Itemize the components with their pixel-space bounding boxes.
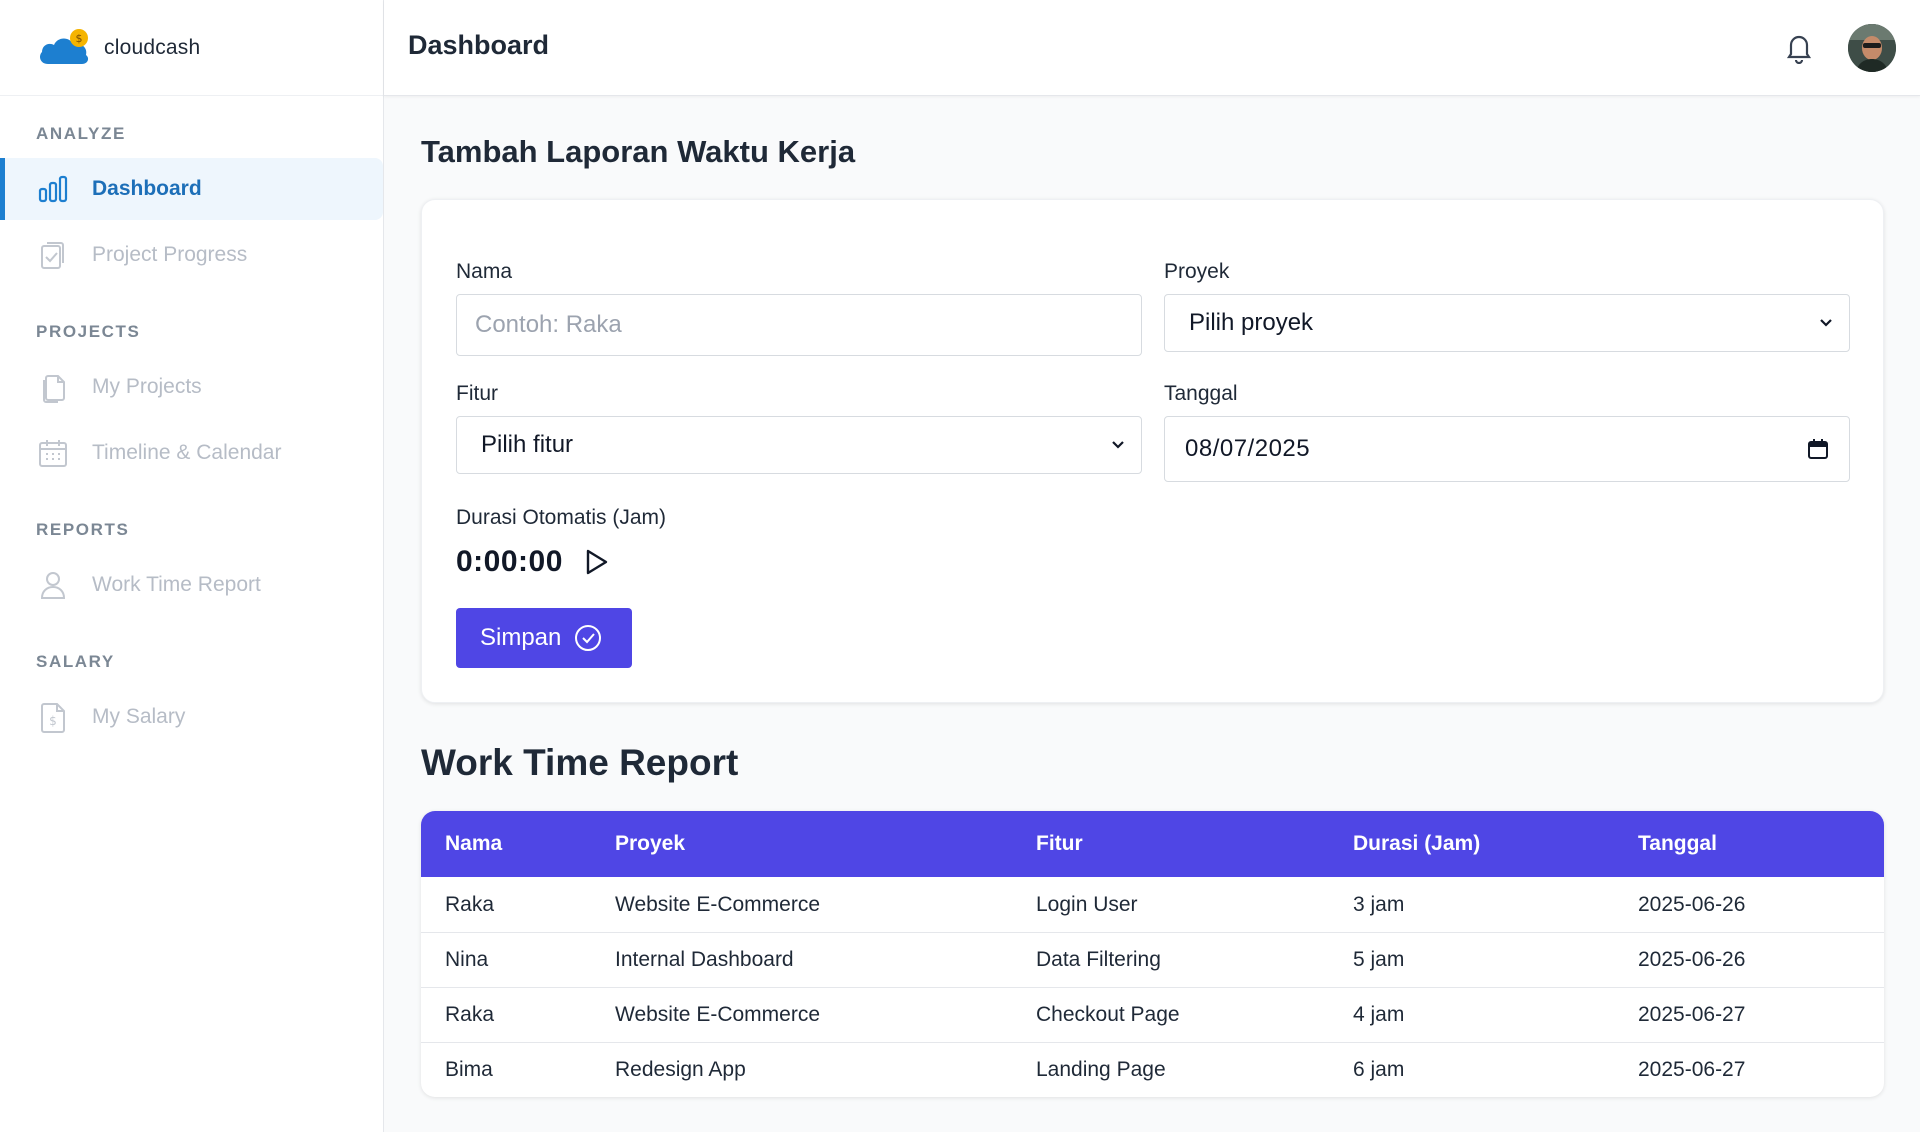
documents-icon — [36, 370, 70, 404]
cell-nama: Bima — [445, 1058, 493, 1081]
clipboard-check-icon — [36, 238, 70, 272]
sidebar-item-label: My Projects — [92, 375, 202, 398]
brand-name: cloudcash — [104, 35, 201, 59]
table-body: Raka Website E-Commerce Login User 3 jam… — [421, 877, 1884, 1097]
sidebar-item-label: Project Progress — [92, 243, 248, 266]
column-header-durasi: Durasi (Jam) — [1353, 832, 1481, 855]
cell-durasi: 3 jam — [1353, 892, 1405, 916]
tanggal-label: Tanggal — [1164, 382, 1238, 405]
form-title: Tambah Laporan Waktu Kerja — [421, 134, 856, 169]
bar-chart-icon — [36, 172, 70, 206]
durasi-label: Durasi Otomatis (Jam) — [456, 506, 667, 529]
table-row: Raka Website E-Commerce Checkout Page 4 … — [421, 987, 1884, 1042]
cell-proyek: Website E-Commerce — [615, 1003, 820, 1026]
svg-text:$: $ — [49, 714, 57, 728]
fitur-selected-value: Pilih fitur — [481, 431, 574, 458]
chevron-down-icon — [1820, 319, 1832, 327]
cell-tanggal: 2025-06-27 — [1638, 1003, 1746, 1026]
sidebar-item-label: My Salary — [92, 705, 186, 728]
sidebar-item-label: Dashboard — [92, 177, 202, 200]
bell-icon[interactable] — [1782, 30, 1816, 65]
sidebar-item-label: Timeline & Calendar — [92, 441, 282, 464]
salary-document-icon: $ — [36, 700, 70, 734]
nama-input[interactable]: Contoh: Raka — [456, 294, 1142, 356]
cell-tanggal: 2025-06-26 — [1638, 892, 1746, 916]
sidebar-item-work-time-report[interactable]: Work Time Report — [0, 554, 383, 616]
play-icon[interactable] — [582, 548, 610, 576]
cell-fitur: Data Filtering — [1036, 948, 1161, 971]
section-label-analyze: ANALYZE — [36, 124, 126, 143]
column-header-proyek: Proyek — [615, 832, 686, 855]
cell-tanggal: 2025-06-26 — [1638, 948, 1746, 971]
cell-proyek: Website E-Commerce — [615, 892, 820, 916]
sidebar-item-label: Work Time Report — [92, 573, 261, 596]
proyek-select[interactable]: Pilih proyek — [1164, 294, 1850, 352]
user-icon — [36, 568, 70, 602]
table-row: Nina Internal Dashboard Data Filtering 5… — [421, 932, 1884, 987]
column-header-nama: Nama — [445, 832, 503, 855]
tanggal-date-input[interactable]: 08/07/2025 — [1164, 416, 1850, 482]
save-button[interactable]: Simpan — [456, 608, 632, 668]
proyek-selected-value: Pilih proyek — [1189, 309, 1314, 336]
top-bar: Dashboard — [384, 0, 1920, 96]
cell-tanggal: 2025-06-27 — [1638, 1058, 1746, 1081]
nama-label: Nama — [456, 260, 513, 283]
page-title: Dashboard — [408, 30, 550, 60]
cell-fitur: Landing Page — [1036, 1058, 1166, 1081]
cell-proyek: Internal Dashboard — [615, 948, 794, 971]
avatar[interactable] — [1848, 24, 1896, 72]
cell-durasi: 4 jam — [1353, 1003, 1405, 1026]
fitur-label: Fitur — [456, 382, 498, 405]
proyek-label: Proyek — [1164, 260, 1230, 283]
svg-text:$: $ — [76, 32, 83, 45]
cell-durasi: 5 jam — [1353, 948, 1405, 971]
cell-nama: Nina — [445, 948, 489, 971]
cell-fitur: Login User — [1036, 892, 1138, 916]
section-label-reports: REPORTS — [36, 520, 130, 539]
sidebar-item-my-salary[interactable]: $ My Salary — [0, 686, 383, 748]
cell-nama: Raka — [445, 892, 495, 916]
time-report-form: Nama Contoh: Raka Proyek Pilih proyek Fi… — [421, 199, 1884, 703]
section-label-projects: PROJECTS — [36, 322, 141, 341]
sidebar: $ cloudcash ANALYZE Dashboard Project Pr… — [0, 0, 384, 1132]
sidebar-item-timeline-calendar[interactable]: Timeline & Calendar — [0, 422, 383, 484]
calendar-icon — [36, 436, 70, 470]
work-time-table: Nama Proyek Fitur Durasi (Jam) Tanggal R… — [421, 811, 1884, 1097]
check-circle-icon — [575, 625, 602, 651]
timer-display: 0:00:00 — [456, 545, 563, 578]
cell-proyek: Redesign App — [615, 1058, 746, 1081]
cell-fitur: Checkout Page — [1036, 1003, 1180, 1026]
calendar-picker-icon[interactable] — [1807, 438, 1829, 460]
report-title: Work Time Report — [421, 742, 739, 783]
column-header-fitur: Fitur — [1036, 832, 1083, 855]
chevron-down-icon — [1112, 441, 1124, 449]
brand[interactable]: $ cloudcash — [0, 0, 383, 96]
table-row: Bima Redesign App Landing Page 6 jam 202… — [421, 1042, 1884, 1097]
cell-nama: Raka — [445, 1003, 495, 1026]
sidebar-item-dashboard[interactable]: Dashboard — [0, 158, 383, 220]
fitur-select[interactable]: Pilih fitur — [456, 416, 1142, 474]
column-header-tanggal: Tanggal — [1638, 832, 1717, 855]
table-header: Nama Proyek Fitur Durasi (Jam) Tanggal — [421, 811, 1884, 877]
section-label-salary: SALARY — [36, 652, 115, 671]
sidebar-item-my-projects[interactable]: My Projects — [0, 356, 383, 418]
save-button-label: Simpan — [480, 624, 562, 651]
table-row: Raka Website E-Commerce Login User 3 jam… — [421, 877, 1884, 932]
sidebar-item-project-progress[interactable]: Project Progress — [0, 224, 383, 286]
tanggal-value: 08/07/2025 — [1185, 435, 1311, 462]
cell-durasi: 6 jam — [1353, 1058, 1405, 1081]
cloudcash-logo-icon: $ — [36, 28, 92, 68]
